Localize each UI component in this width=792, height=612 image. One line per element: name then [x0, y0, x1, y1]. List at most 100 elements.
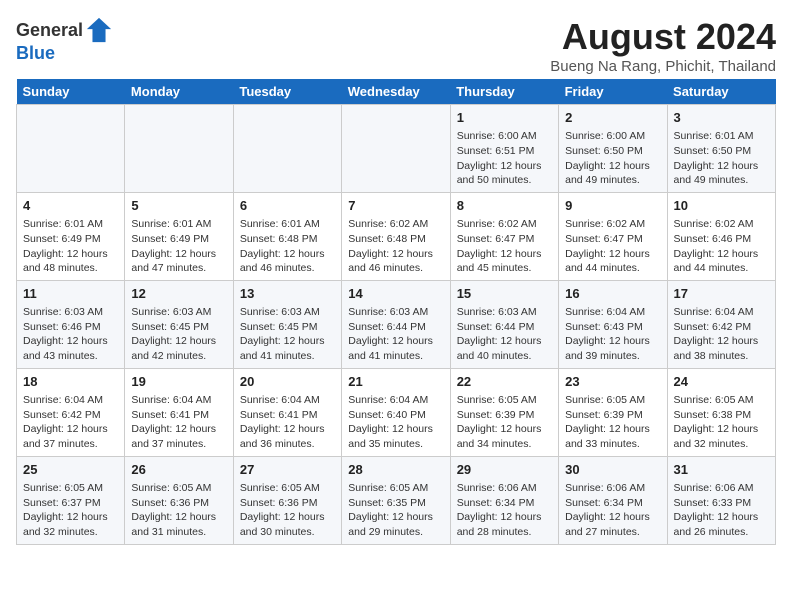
- cell-info: Sunrise: 6:03 AM Sunset: 6:45 PM Dayligh…: [131, 305, 226, 364]
- calendar-week-row: 25 Sunrise: 6:05 AM Sunset: 6:37 PM Dayli…: [17, 456, 776, 544]
- calendar-cell: 21 Sunrise: 6:04 AM Sunset: 6:40 PM Dayli…: [342, 368, 450, 456]
- day-number: 10: [674, 197, 769, 215]
- cell-info: Sunrise: 6:05 AM Sunset: 6:37 PM Dayligh…: [23, 481, 118, 540]
- calendar-cell: 14 Sunrise: 6:03 AM Sunset: 6:44 PM Dayli…: [342, 280, 450, 368]
- calendar-cell: [17, 105, 125, 193]
- cell-info: Sunrise: 6:02 AM Sunset: 6:47 PM Dayligh…: [565, 217, 660, 276]
- day-number: 19: [131, 373, 226, 391]
- subtitle: Bueng Na Rang, Phichit, Thailand: [550, 58, 776, 75]
- calendar-week-row: 18Sunrise: 6:04 AM Sunset: 6:42 PM Dayli…: [17, 368, 776, 456]
- calendar-cell: 10 Sunrise: 6:02 AM Sunset: 6:46 PM Dayli…: [667, 192, 775, 280]
- day-number: 7: [348, 197, 443, 215]
- cell-info: Sunrise: 6:05 AM Sunset: 6:39 PM Dayligh…: [565, 393, 660, 452]
- cell-info: Sunrise: 6:05 AM Sunset: 6:36 PM Dayligh…: [240, 481, 335, 540]
- day-number: 14: [348, 285, 443, 303]
- day-number: 18: [23, 373, 118, 391]
- cell-info: Sunrise: 6:06 AM Sunset: 6:34 PM Dayligh…: [565, 481, 660, 540]
- calendar-cell: 17Sunrise: 6:04 AM Sunset: 6:42 PM Dayli…: [667, 280, 775, 368]
- cell-info: Sunrise: 6:05 AM Sunset: 6:36 PM Dayligh…: [131, 481, 226, 540]
- cell-info: Sunrise: 6:00 AM Sunset: 6:50 PM Dayligh…: [565, 129, 660, 188]
- cell-info: Sunrise: 6:02 AM Sunset: 6:48 PM Dayligh…: [348, 217, 443, 276]
- cell-info: Sunrise: 6:02 AM Sunset: 6:47 PM Dayligh…: [457, 217, 552, 276]
- day-number: 5: [131, 197, 226, 215]
- calendar-cell: 26 Sunrise: 6:05 AM Sunset: 6:36 PM Dayli…: [125, 456, 233, 544]
- cell-info: Sunrise: 6:01 AM Sunset: 6:49 PM Dayligh…: [23, 217, 118, 276]
- calendar-cell: 30 Sunrise: 6:06 AM Sunset: 6:34 PM Dayli…: [559, 456, 667, 544]
- calendar-week-row: 11Sunrise: 6:03 AM Sunset: 6:46 PM Dayli…: [17, 280, 776, 368]
- day-number: 28: [348, 461, 443, 479]
- calendar-cell: 8 Sunrise: 6:02 AM Sunset: 6:47 PM Daylig…: [450, 192, 558, 280]
- day-number: 22: [457, 373, 552, 391]
- cell-info: Sunrise: 6:01 AM Sunset: 6:48 PM Dayligh…: [240, 217, 335, 276]
- day-number: 24: [674, 373, 769, 391]
- calendar-cell: 4 Sunrise: 6:01 AM Sunset: 6:49 PM Daylig…: [17, 192, 125, 280]
- day-number: 16: [565, 285, 660, 303]
- calendar-cell: 11Sunrise: 6:03 AM Sunset: 6:46 PM Dayli…: [17, 280, 125, 368]
- cell-info: Sunrise: 6:04 AM Sunset: 6:41 PM Dayligh…: [131, 393, 226, 452]
- calendar-cell: 13 Sunrise: 6:03 AM Sunset: 6:45 PM Dayli…: [233, 280, 341, 368]
- day-number: 13: [240, 285, 335, 303]
- calendar-cell: 1Sunrise: 6:00 AM Sunset: 6:51 PM Daylig…: [450, 105, 558, 193]
- calendar-cell: 15Sunrise: 6:03 AM Sunset: 6:44 PM Dayli…: [450, 280, 558, 368]
- day-header-monday: Monday: [125, 79, 233, 105]
- calendar-cell: 18Sunrise: 6:04 AM Sunset: 6:42 PM Dayli…: [17, 368, 125, 456]
- day-number: 9: [565, 197, 660, 215]
- calendar-cell: 6 Sunrise: 6:01 AM Sunset: 6:48 PM Daylig…: [233, 192, 341, 280]
- logo-blue-text: Blue: [16, 43, 55, 63]
- calendar-cell: 29Sunrise: 6:06 AM Sunset: 6:34 PM Dayli…: [450, 456, 558, 544]
- cell-info: Sunrise: 6:04 AM Sunset: 6:43 PM Dayligh…: [565, 305, 660, 364]
- cell-info: Sunrise: 6:02 AM Sunset: 6:46 PM Dayligh…: [674, 217, 769, 276]
- calendar-table: SundayMondayTuesdayWednesdayThursdayFrid…: [16, 79, 776, 545]
- day-number: 30: [565, 461, 660, 479]
- day-number: 26: [131, 461, 226, 479]
- cell-info: Sunrise: 6:05 AM Sunset: 6:39 PM Dayligh…: [457, 393, 552, 452]
- cell-info: Sunrise: 6:03 AM Sunset: 6:46 PM Dayligh…: [23, 305, 118, 364]
- day-number: 29: [457, 461, 552, 479]
- calendar-cell: 16 Sunrise: 6:04 AM Sunset: 6:43 PM Dayli…: [559, 280, 667, 368]
- title-area: August 2024 Bueng Na Rang, Phichit, Thai…: [550, 16, 776, 75]
- logo: General Blue: [16, 16, 113, 64]
- day-header-tuesday: Tuesday: [233, 79, 341, 105]
- page-header: General Blue August 2024 Bueng Na Rang, …: [16, 16, 776, 75]
- day-number: 23: [565, 373, 660, 391]
- calendar-cell: 9 Sunrise: 6:02 AM Sunset: 6:47 PM Daylig…: [559, 192, 667, 280]
- day-number: 21: [348, 373, 443, 391]
- day-number: 12: [131, 285, 226, 303]
- calendar-cell: [342, 105, 450, 193]
- day-header-saturday: Saturday: [667, 79, 775, 105]
- cell-info: Sunrise: 6:05 AM Sunset: 6:38 PM Dayligh…: [674, 393, 769, 452]
- day-number: 8: [457, 197, 552, 215]
- calendar-cell: 20 Sunrise: 6:04 AM Sunset: 6:41 PM Dayli…: [233, 368, 341, 456]
- calendar-cell: 24 Sunrise: 6:05 AM Sunset: 6:38 PM Dayli…: [667, 368, 775, 456]
- calendar-cell: [125, 105, 233, 193]
- calendar-week-row: 1Sunrise: 6:00 AM Sunset: 6:51 PM Daylig…: [17, 105, 776, 193]
- calendar-cell: 25 Sunrise: 6:05 AM Sunset: 6:37 PM Dayli…: [17, 456, 125, 544]
- calendar-cell: 7 Sunrise: 6:02 AM Sunset: 6:48 PM Daylig…: [342, 192, 450, 280]
- logo-icon: [85, 16, 113, 44]
- day-number: 4: [23, 197, 118, 215]
- calendar-cell: 23 Sunrise: 6:05 AM Sunset: 6:39 PM Dayli…: [559, 368, 667, 456]
- day-number: 6: [240, 197, 335, 215]
- calendar-cell: 2Sunrise: 6:00 AM Sunset: 6:50 PM Daylig…: [559, 105, 667, 193]
- day-number: 3: [674, 109, 769, 127]
- cell-info: Sunrise: 6:03 AM Sunset: 6:45 PM Dayligh…: [240, 305, 335, 364]
- calendar-cell: 22 Sunrise: 6:05 AM Sunset: 6:39 PM Dayli…: [450, 368, 558, 456]
- day-number: 31: [674, 461, 769, 479]
- day-header-friday: Friday: [559, 79, 667, 105]
- calendar-cell: 3Sunrise: 6:01 AM Sunset: 6:50 PM Daylig…: [667, 105, 775, 193]
- day-header-sunday: Sunday: [17, 79, 125, 105]
- cell-info: Sunrise: 6:04 AM Sunset: 6:40 PM Dayligh…: [348, 393, 443, 452]
- day-number: 27: [240, 461, 335, 479]
- day-number: 20: [240, 373, 335, 391]
- main-title: August 2024: [550, 16, 776, 58]
- cell-info: Sunrise: 6:03 AM Sunset: 6:44 PM Dayligh…: [348, 305, 443, 364]
- calendar-cell: 12 Sunrise: 6:03 AM Sunset: 6:45 PM Dayli…: [125, 280, 233, 368]
- calendar-week-row: 4 Sunrise: 6:01 AM Sunset: 6:49 PM Daylig…: [17, 192, 776, 280]
- calendar-cell: 27 Sunrise: 6:05 AM Sunset: 6:36 PM Dayli…: [233, 456, 341, 544]
- logo-general-text: General: [16, 21, 83, 39]
- day-header-wednesday: Wednesday: [342, 79, 450, 105]
- calendar-body: 1Sunrise: 6:00 AM Sunset: 6:51 PM Daylig…: [17, 105, 776, 545]
- day-number: 25: [23, 461, 118, 479]
- cell-info: Sunrise: 6:04 AM Sunset: 6:41 PM Dayligh…: [240, 393, 335, 452]
- day-number: 17: [674, 285, 769, 303]
